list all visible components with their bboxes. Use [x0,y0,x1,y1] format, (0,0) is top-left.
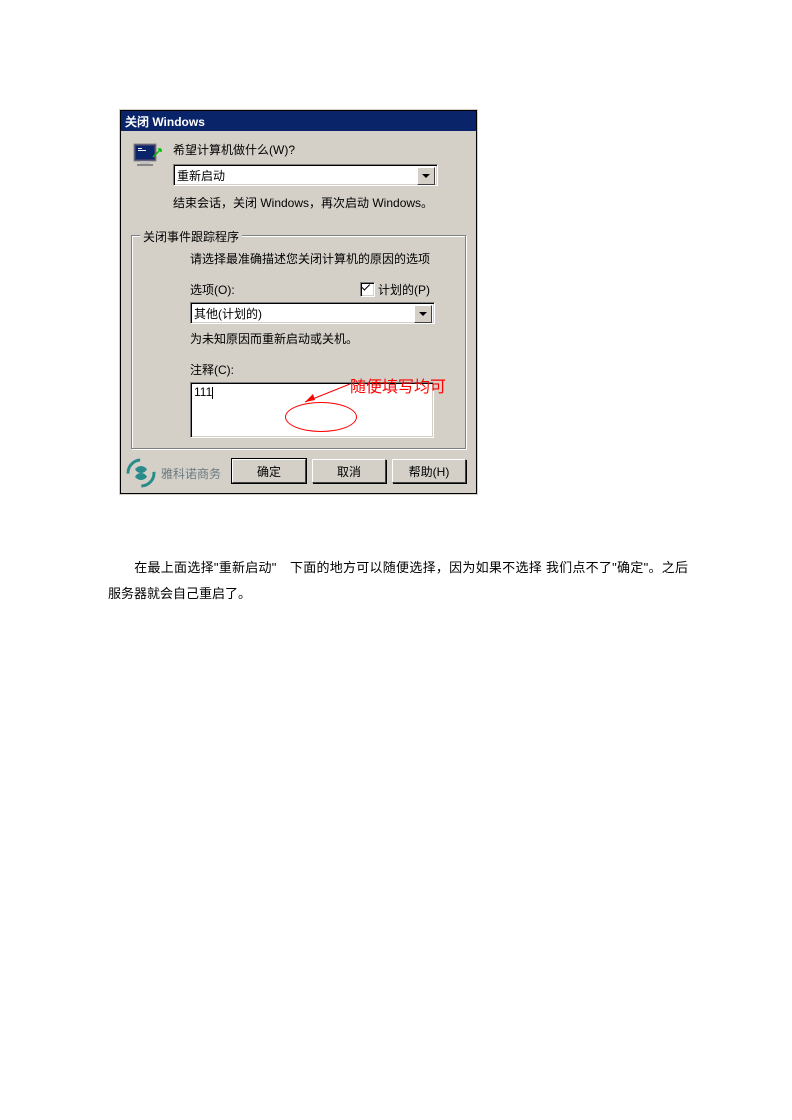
ok-button[interactable]: 确定 [232,459,306,483]
dialog-title: 关闭 Windows [125,113,205,130]
watermark: 雅科诺商务 [121,453,225,493]
cancel-button-label: 取消 [337,463,361,480]
prompt-label: 希望计算机做什么(W)? [173,141,466,158]
watermark-text: 雅科诺商务 [161,465,221,482]
annotation-arrow [300,380,355,410]
dialog-titlebar[interactable]: 关闭 Windows [121,111,476,131]
action-dropdown[interactable]: 重新启动 [173,164,438,186]
reason-dropdown[interactable]: 其他(计划的) [190,302,435,324]
ok-button-label: 确定 [257,463,281,480]
reason-selected: 其他(计划的) [194,305,262,322]
reason-description: 为未知原因而重新启动或关机。 [190,330,455,347]
cancel-button[interactable]: 取消 [312,459,386,483]
shutdown-dialog: 关闭 Windows 希望计算机做什么(W)? [120,110,477,494]
action-description: 结束会话，关闭 Windows，再次启动 Windows。 [173,194,466,211]
help-button[interactable]: 帮助(H) [392,459,466,483]
group-description: 请选择最准确描述您关闭计算机的原因的选项 [190,250,455,267]
planned-label: 计划的(P) [378,281,430,298]
action-selected: 重新启动 [177,167,225,184]
caption-text: 在最上面选择"重新启动" 下面的地方可以随便选择，因为如果不选择 我们点不了"确… [108,555,688,607]
help-button-label: 帮助(H) [409,463,450,480]
shutdown-icon [131,141,163,173]
comment-value: 111 [194,385,212,399]
text-cursor [212,387,213,399]
caption-content: 在最上面选择"重新启动" 下面的地方可以随便选择，因为如果不选择 我们点不了"确… [108,560,688,601]
chevron-down-icon[interactable] [414,305,432,323]
planned-checkbox[interactable] [360,282,375,297]
groupbox-title: 关闭事件跟踪程序 [140,228,242,245]
chevron-down-icon[interactable] [417,167,435,185]
annotation-text: 随便填写均可 [350,373,446,397]
options-label: 选项(O): [190,281,235,298]
watermark-logo-icon [125,457,157,489]
